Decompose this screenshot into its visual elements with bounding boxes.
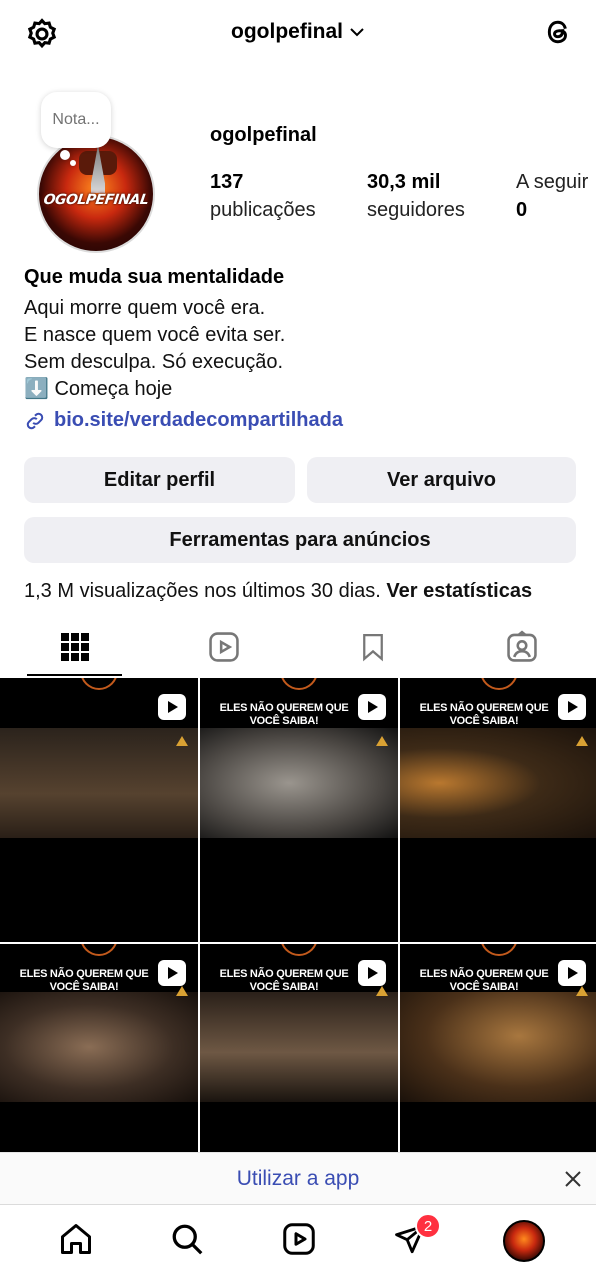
- edit-profile-button[interactable]: Editar perfil: [24, 457, 295, 503]
- brand-triangle-icon: [176, 736, 188, 746]
- header-username: ogolpefinal: [231, 20, 343, 43]
- saved-icon: [362, 634, 383, 662]
- post-image: [0, 728, 198, 838]
- post-tile[interactable]: ELES NÃO QUEREM QUE VOCÊ SAIBA!: [200, 678, 398, 942]
- ad-tools-button[interactable]: Ferramentas para anúncios: [24, 517, 576, 563]
- reel-badge-icon: [358, 694, 386, 720]
- bio-line: Aqui morre quem você era.: [24, 297, 266, 319]
- tab-grid[interactable]: [0, 618, 149, 676]
- stat-followers-label: seguidores: [367, 199, 465, 221]
- brand-triangle-icon: [376, 986, 388, 996]
- open-app-banner: Utilizar a app: [0, 1152, 596, 1204]
- brand-mark: [280, 678, 318, 690]
- view-archive-button[interactable]: Ver arquivo: [307, 457, 576, 503]
- open-app-link[interactable]: Utilizar a app: [0, 1167, 596, 1191]
- home-icon[interactable]: [56, 1219, 96, 1259]
- post-image: [200, 728, 398, 838]
- tab-reels[interactable]: [149, 618, 298, 676]
- threads-icon[interactable]: [538, 12, 578, 52]
- stat-posts-label: publicações: [210, 199, 316, 221]
- reels-icon: [208, 632, 239, 662]
- post-image: [0, 992, 198, 1102]
- account-switcher[interactable]: ogolpefinal: [0, 20, 596, 44]
- avatar-logo-text: OGOLPEFINAL: [42, 192, 150, 208]
- brand-mark: [80, 678, 118, 690]
- post-caption: ELES NÃO QUEREM QUE VOCÊ SAIBA!: [219, 702, 349, 727]
- post-tile[interactable]: ELES NÃO QUEREM QUE VOCÊ SAIBA!: [400, 678, 596, 942]
- stat-following[interactable]: A seguir 0: [516, 168, 588, 224]
- profile-avatar[interactable]: OGOLPEFINAL: [37, 135, 155, 253]
- tagged-icon: [506, 630, 537, 662]
- stat-followers-value: 30,3 mil: [367, 171, 441, 193]
- post-image: [200, 992, 398, 1102]
- stat-posts-value: 137: [210, 171, 244, 193]
- post-caption: ELES NÃO QUEREM QUE VOCÊ SAIBA!: [219, 968, 349, 993]
- reel-badge-icon: [158, 960, 186, 986]
- brand-mark: [80, 944, 118, 956]
- brand-mark: [280, 944, 318, 956]
- brand-triangle-icon: [376, 736, 388, 746]
- profile-username: ogolpefinal: [210, 124, 317, 146]
- close-icon[interactable]: [560, 1166, 586, 1192]
- post-caption: ELES NÃO QUEREM QUE VOCÊ SAIBA!: [19, 968, 149, 993]
- bio-name: Que muda sua mentalidade: [24, 266, 285, 288]
- brand-mark: [480, 944, 518, 956]
- notification-badge: 2: [415, 1213, 441, 1239]
- bio-line: Sem desculpa. Só execução.: [24, 351, 284, 373]
- post-image: [400, 728, 596, 838]
- post-tile[interactable]: [0, 678, 198, 942]
- profile-tabs: [0, 618, 596, 678]
- insights-text: 1,3 M visualizações nos últimos 30 dias.: [24, 580, 381, 602]
- chevron-down-icon: [350, 28, 364, 37]
- bottom-navigation: 2: [0, 1204, 596, 1280]
- brand-mark: [480, 678, 518, 690]
- reel-badge-icon: [358, 960, 386, 986]
- note-placeholder: Nota...: [52, 111, 100, 128]
- note-bubble-tail-small: [70, 160, 76, 166]
- reels-nav-icon[interactable]: [279, 1219, 319, 1259]
- brand-triangle-icon: [176, 986, 188, 996]
- bio-line: E nasce quem você evita ser.: [24, 324, 286, 346]
- reel-badge-icon: [558, 694, 586, 720]
- reel-badge-icon: [158, 694, 186, 720]
- brand-triangle-icon: [576, 736, 588, 746]
- link-icon: [26, 412, 44, 429]
- grid-icon: [60, 633, 89, 661]
- bio-link[interactable]: bio.site/verdadecompartilhada: [24, 409, 584, 432]
- post-image: [400, 992, 596, 1102]
- stat-following-value: 0: [516, 199, 528, 221]
- post-caption: ELES NÃO QUEREM QUE VOCÊ SAIBA!: [419, 702, 549, 727]
- top-bar: ogolpefinal: [0, 0, 596, 64]
- stat-followers[interactable]: 30,3 mil seguidores: [367, 168, 465, 224]
- post-caption: ELES NÃO QUEREM QUE VOCÊ SAIBA!: [419, 968, 549, 993]
- brand-triangle-icon: [576, 986, 588, 996]
- profile-nav-avatar[interactable]: [503, 1220, 545, 1262]
- insights-line: 1,3 M visualizações nos últimos 30 dias.…: [24, 580, 532, 603]
- tab-tagged[interactable]: [447, 618, 596, 676]
- bio-line: ⬇️ Começa hoje: [24, 378, 173, 400]
- note-bubble-tail: [60, 150, 70, 160]
- view-insights-link[interactable]: Ver estatísticas: [386, 580, 532, 602]
- posts-grid: ELES NÃO QUEREM QUE VOCÊ SAIBA! ELES NÃO…: [0, 678, 596, 1208]
- search-icon[interactable]: [167, 1219, 207, 1259]
- reel-badge-icon: [558, 960, 586, 986]
- bio-link-text: bio.site/verdadecompartilhada: [54, 409, 343, 431]
- tab-saved[interactable]: [298, 618, 447, 676]
- note-bubble[interactable]: Nota...: [41, 92, 111, 148]
- stat-posts: 137 publicações: [210, 168, 316, 224]
- stat-following-label: A seguir: [516, 171, 589, 193]
- bio-section: Que muda sua mentalidade Aqui morre quem…: [24, 266, 584, 432]
